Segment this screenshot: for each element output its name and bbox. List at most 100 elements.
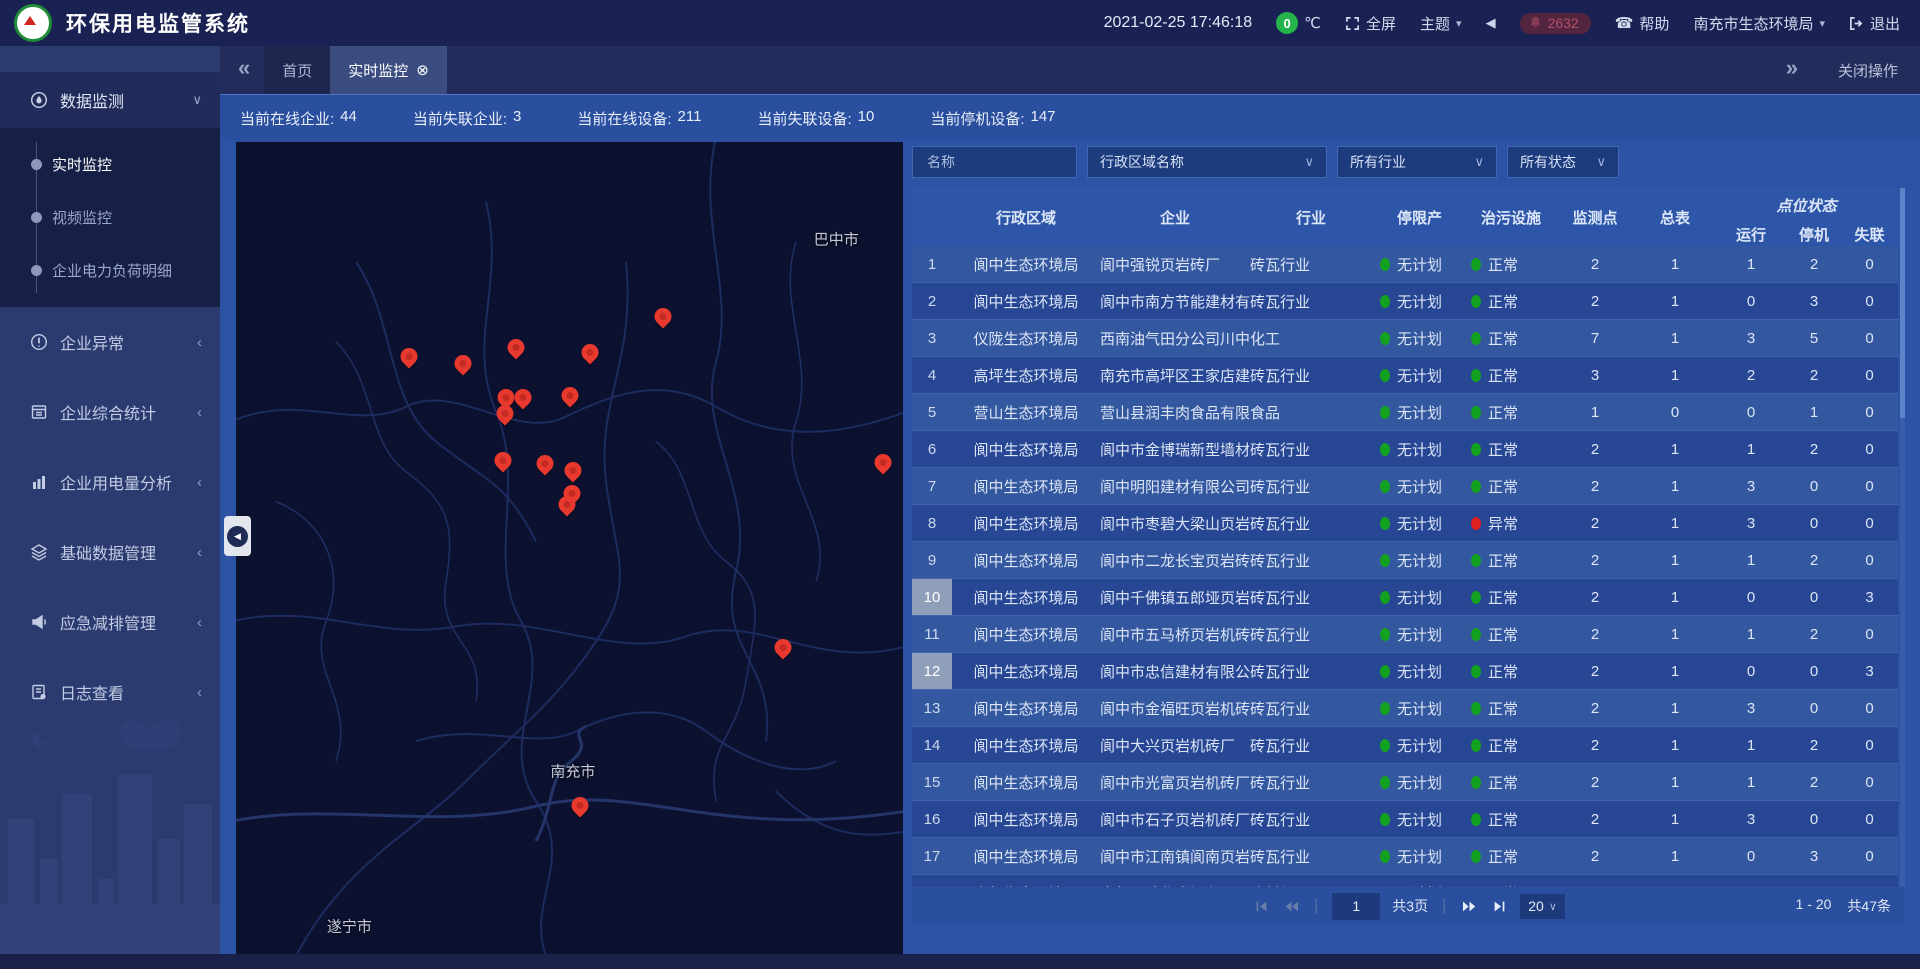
table-row[interactable]: 8 阆中生态环境局 阆中市枣碧大梁山页岩 砖瓦行业 无计划 (912, 505, 1898, 542)
page-number-input[interactable] (1332, 893, 1380, 920)
status-dot-icon (1471, 332, 1481, 345)
megaphone-icon (30, 613, 48, 631)
last-page-button[interactable] (1490, 898, 1508, 914)
cell-production-status: 无计划 (1372, 653, 1467, 690)
chevron-down-icon: ∨ (192, 92, 202, 108)
cell-running: 2 (1715, 357, 1787, 394)
table-row[interactable]: 13 阆中生态环境局 阆中市金福旺页岩机砖 砖瓦行业 无计划 (912, 690, 1898, 727)
cell-industry: 砖瓦行业 (1250, 431, 1372, 468)
tab-home[interactable]: 首页 (264, 46, 330, 94)
tab-close-icon[interactable]: ⊗ (416, 61, 429, 79)
notification-pill[interactable]: 2632 (1520, 13, 1591, 34)
cell-region: 阆中生态环境局 (952, 283, 1100, 320)
cell-industry: 砖瓦行业 (1250, 505, 1372, 542)
cell-production-status: 无计划 (1372, 505, 1467, 542)
map-panel[interactable]: 巴中市 南充市 遂宁市 (236, 142, 903, 954)
table-row[interactable]: 5 营山生态环境局 营山县润丰肉食品有限 食品 无计划 (912, 394, 1898, 431)
sidebar-subitem[interactable]: 企业电力负荷明细 (0, 244, 220, 297)
cell-points: 2 (1555, 431, 1635, 468)
map-collapse-button[interactable]: ◀ (224, 516, 251, 556)
region-select[interactable]: 行政区域名称 ∨ (1087, 146, 1327, 178)
cell-meters: 0 (1635, 875, 1715, 888)
tabs-scroll-left-button[interactable]: « (220, 55, 264, 85)
first-page-button[interactable] (1252, 898, 1270, 914)
cell-stopped: 0 (1787, 505, 1841, 542)
main-area: « 首页 实时监控 ⊗ » 关闭操作 当前在线企业: 44 当 (220, 46, 1920, 954)
org-menu[interactable]: 南充市生态环境局 ▾ (1693, 13, 1825, 34)
table-row[interactable]: 1 阆中生态环境局 阆中强锐页岩砖厂 砖瓦行业 无计划 (912, 246, 1898, 283)
sound-toggle[interactable]: ◀ (1486, 15, 1496, 31)
table-row[interactable]: 7 阆中生态环境局 阆中明阳建材有限公司 砖瓦行业 无计划 (912, 468, 1898, 505)
cell-company: 阆中市光富页岩机砖厂 (1100, 764, 1250, 801)
cell-industry: 砖瓦行业 (1250, 690, 1372, 727)
cell-meters: 1 (1635, 320, 1715, 357)
table-row[interactable]: 6 阆中生态环境局 阆中市金博瑞新型墙材 砖瓦行业 无计划 (912, 431, 1898, 468)
table-row[interactable]: 11 阆中生态环境局 阆中市五马桥页岩机砖 砖瓦行业 无计划 (912, 616, 1898, 653)
page-size-select[interactable]: 20 ∨ (1520, 894, 1565, 919)
cell-offline: 0 (1841, 320, 1898, 357)
cell-points: 2 (1555, 616, 1635, 653)
cell-stopped: 2 (1787, 616, 1841, 653)
cell-company: 阆中市江南镇阆南页岩 (1100, 838, 1250, 875)
status-dot-icon (1471, 739, 1481, 752)
green-dot-icon (1380, 443, 1390, 456)
theme-menu[interactable]: 主题 ▾ (1420, 13, 1462, 34)
cell-region: 阆中生态环境局 (952, 690, 1100, 727)
cell-company: 阆中大兴页岩机砖厂 (1100, 727, 1250, 764)
sidebar-item-logs[interactable]: 日志查看 ‹ (0, 657, 220, 727)
fullscreen-button[interactable]: 全屏 (1345, 13, 1396, 34)
table-row[interactable]: 9 阆中生态环境局 阆中市二龙长宝页岩砖 砖瓦行业 无计划 (912, 542, 1898, 579)
cell-points: 2 (1555, 801, 1635, 838)
sidebar-item-base-data[interactable]: 基础数据管理 ‹ (0, 517, 220, 587)
sidebar-subitem[interactable]: 视频监控 (0, 191, 220, 244)
name-search-input[interactable] (925, 153, 1064, 171)
sidebar-item-company-anomaly[interactable]: 企业异常 ‹ (0, 307, 220, 377)
sidebar-item-company-stats[interactable]: 企业综合统计 ‹ (0, 377, 220, 447)
sidebar-item-power-analysis[interactable]: 企业用电量分析 ‹ (0, 447, 220, 517)
table-row[interactable]: 16 阆中生态环境局 阆中市石子页岩机砖厂 砖瓦行业 无计划 (912, 801, 1898, 838)
table-row[interactable]: 3 仪陇生态环境局 西南油气田分公司川中 化工 无计划 (912, 320, 1898, 357)
table-row[interactable]: 17 阆中生态环境局 阆中市江南镇阆南页岩 砖瓦行业 无计划 (912, 838, 1898, 875)
table-row[interactable]: 12 阆中生态环境局 阆中市忠信建材有限公 砖瓦行业 无计划 (912, 653, 1898, 690)
logout-button[interactable]: 退出 (1849, 13, 1900, 34)
prev-page-button[interactable] (1282, 898, 1300, 914)
table-row[interactable]: 15 阆中生态环境局 阆中市光富页岩机砖厂 砖瓦行业 无计划 (912, 764, 1898, 801)
tab-realtime-monitor[interactable]: 实时监控 ⊗ (330, 46, 447, 94)
col-region: 行政区域 (952, 188, 1100, 246)
logout-icon (1849, 16, 1864, 31)
green-dot-icon (1380, 517, 1390, 530)
table-scrollbar[interactable] (1900, 188, 1905, 887)
table-row[interactable]: 14 阆中生态环境局 阆中大兴页岩机砖厂 砖瓦行业 无计划 (912, 727, 1898, 764)
cell-company: 阆中市枣碧大梁山页岩 (1100, 505, 1250, 542)
chevron-down-icon: ∨ (1304, 154, 1314, 170)
speaker-icon: ◀ (1486, 15, 1496, 31)
cell-industry: 砖瓦行业 (1250, 764, 1372, 801)
tabs-scroll-right-button[interactable]: » (1768, 55, 1812, 85)
sidebar-item-emergency[interactable]: 应急减排管理 ‹ (0, 587, 220, 657)
name-search-field[interactable] (912, 146, 1077, 178)
cell-points: 6 (1555, 875, 1635, 888)
cell-meters: 1 (1635, 468, 1715, 505)
table-row[interactable]: 10 阆中生态环境局 阆中千佛镇五郎垭页岩 砖瓦行业 无计划 (912, 579, 1898, 616)
cell-facility-status: 正常 (1467, 431, 1555, 468)
sidebar-item-data-monitor[interactable]: 数据监测 ∨ (0, 72, 220, 128)
cell-offline: 0 (1841, 875, 1898, 888)
chevron-down-icon: ∨ (1596, 154, 1606, 170)
bell-icon (1528, 15, 1543, 30)
cell-company: 阆中市金博瑞新型墙材 (1100, 431, 1250, 468)
close-operations-button[interactable]: 关闭操作 (1838, 60, 1898, 81)
cell-region: 高坪生态环境局 (952, 357, 1100, 394)
cell-offline: 0 (1841, 838, 1898, 875)
table-row[interactable]: 18 南部生态环境局 南部县砂化水泥有限公 建材加工 无计划 (912, 875, 1898, 888)
table-row[interactable]: 4 高坪生态环境局 南充市高坪区王家店建 砖瓦行业 无计划 (912, 357, 1898, 394)
help-button[interactable]: ☎ 帮助 (1615, 13, 1670, 34)
right-panel: 行政区域名称 ∨ 所有行业 ∨ 所有状态 ∨ (912, 142, 1905, 954)
chevron-left-icon: ‹ (197, 614, 202, 631)
bar-chart-icon (30, 473, 48, 491)
sidebar-subitem[interactable]: 实时监控 (0, 138, 220, 191)
status-select[interactable]: 所有状态 ∨ (1507, 146, 1619, 178)
next-page-button[interactable] (1460, 898, 1478, 914)
table-row[interactable]: 2 阆中生态环境局 阆中市南方节能建材有 砖瓦行业 无计划 (912, 283, 1898, 320)
industry-select[interactable]: 所有行业 ∨ (1337, 146, 1497, 178)
app-title: 环保用电监管系统 (66, 8, 250, 38)
